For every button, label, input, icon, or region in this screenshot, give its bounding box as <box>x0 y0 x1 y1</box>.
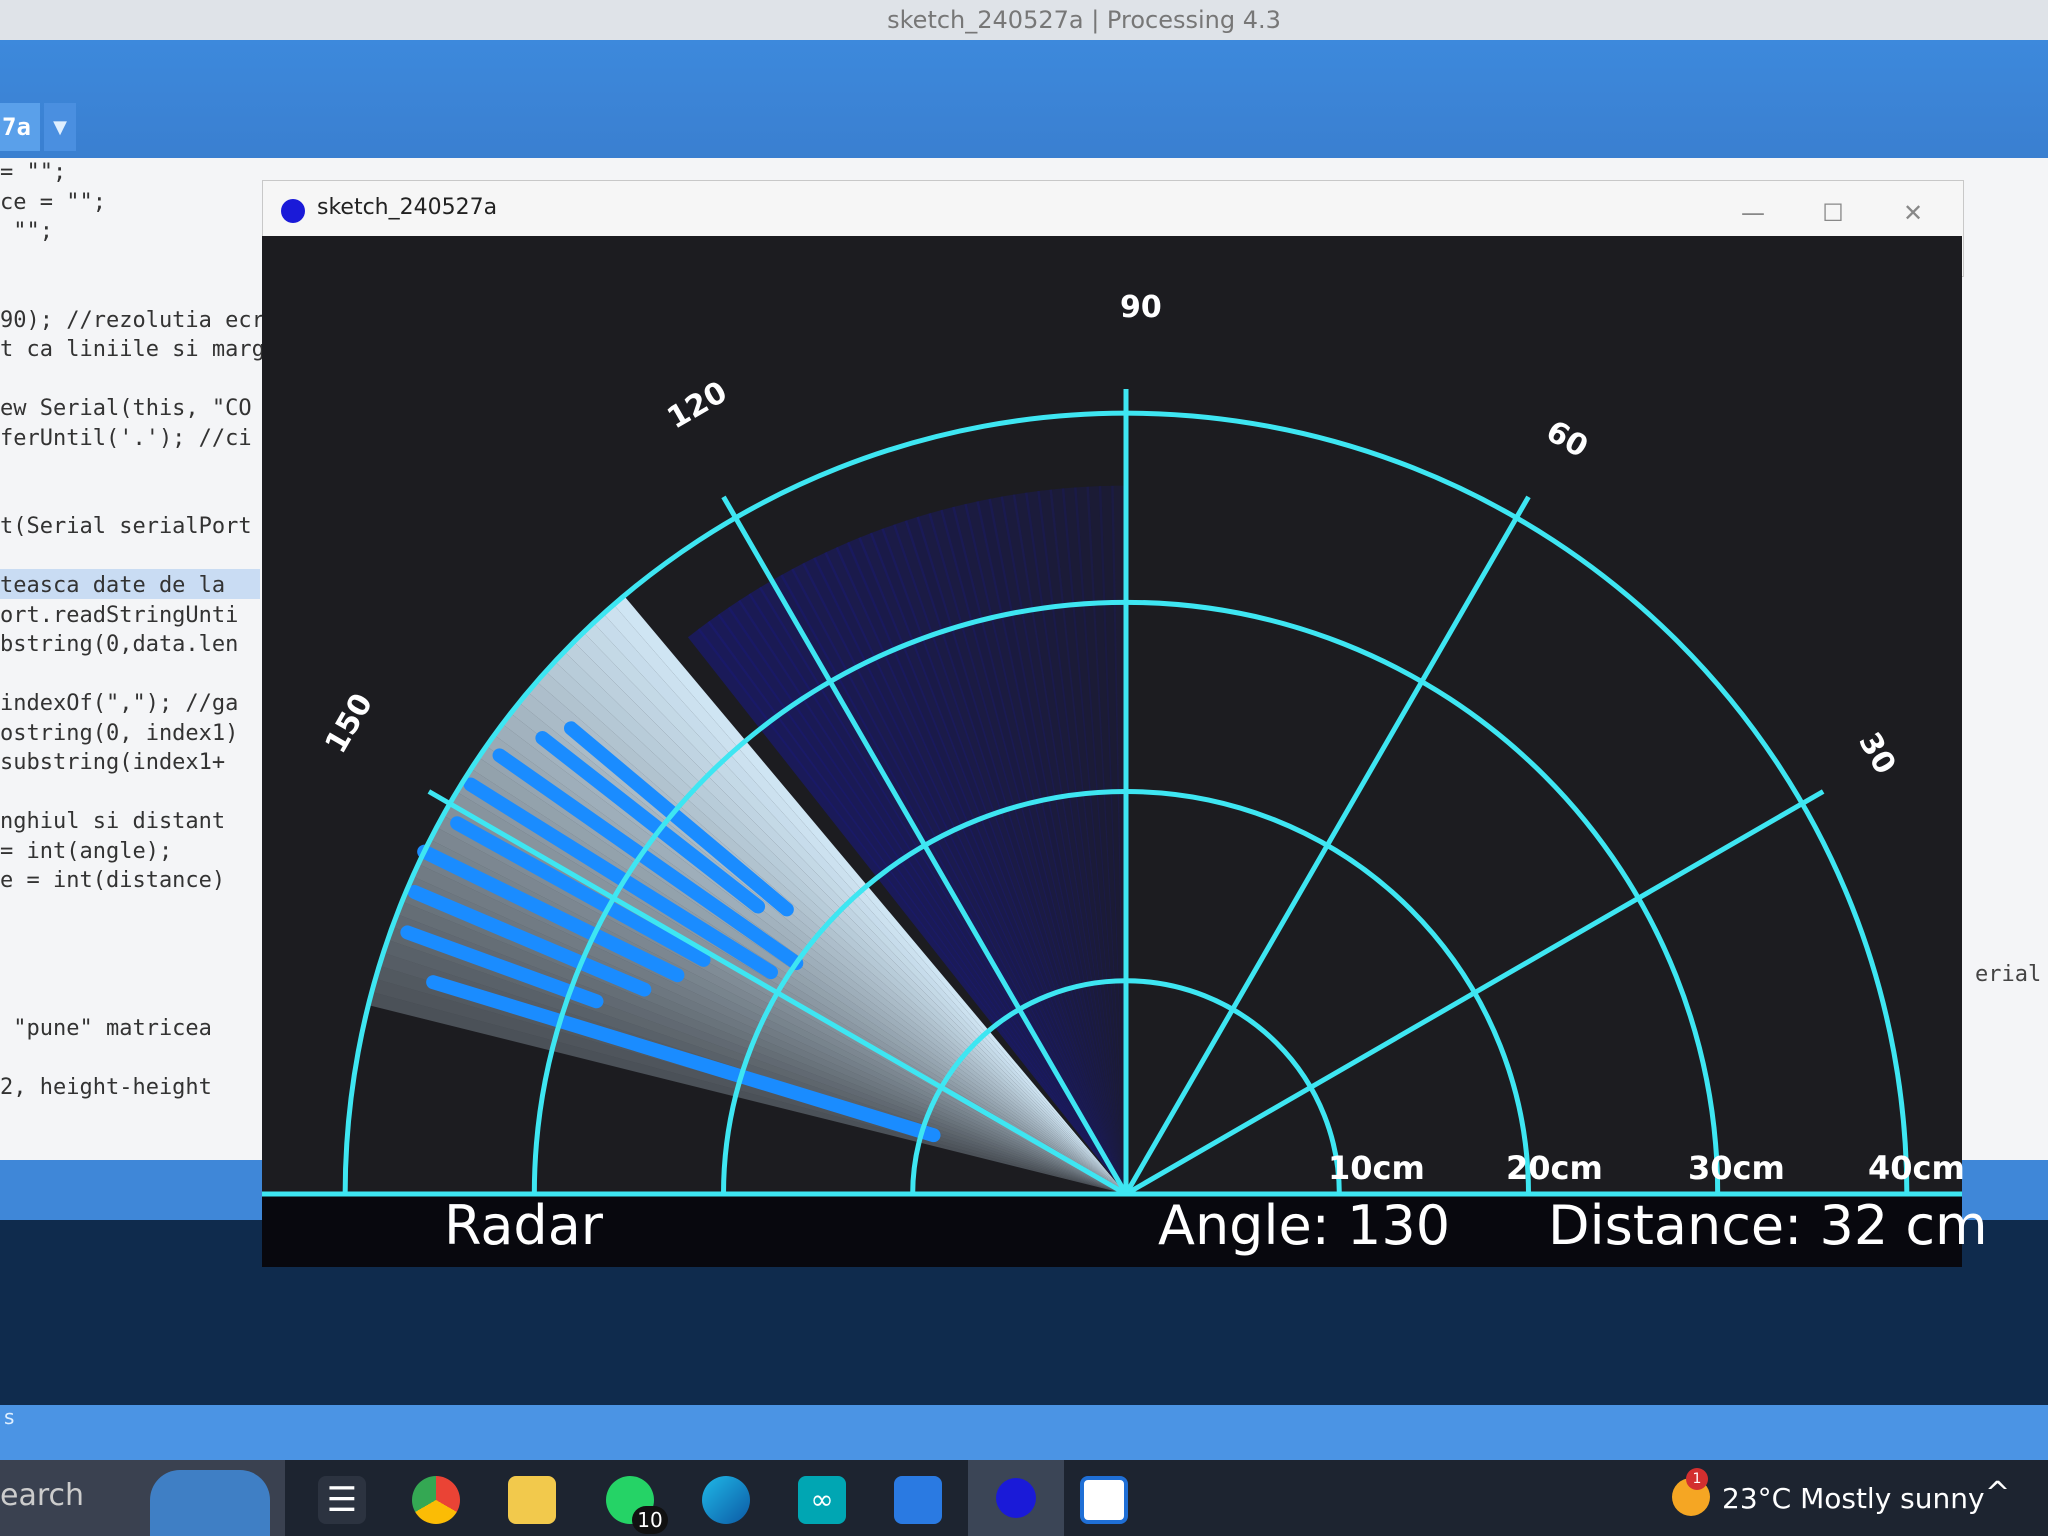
radar-canvas: 10cm 20cm 30cm 40cm 30 60 90 120 150 Rad… <box>262 236 1988 1267</box>
taskbar: earch ☰ 10 ∞ 1 23°C Mostly sunny ^ <box>0 1460 2048 1536</box>
notepad-icon[interactable] <box>1080 1476 1128 1524</box>
angle-label-90: 90 <box>1120 290 1162 325</box>
processing-taskbar-item[interactable] <box>968 1460 1064 1536</box>
arduino-icon[interactable]: ∞ <box>798 1476 846 1524</box>
chrome-icon[interactable] <box>412 1476 460 1524</box>
ide-title: sketch_240527a | Processing 4.3 <box>887 6 1281 34</box>
code-line: ce = ""; <box>0 189 106 215</box>
code-line: ew Serial(this, "CO <box>0 396 252 421</box>
ide-toolbar <box>0 40 2048 160</box>
search-box[interactable]: earch <box>0 1460 285 1536</box>
search-icon <box>150 1470 270 1536</box>
range-label-10: 10cm <box>1328 1149 1425 1187</box>
code-line: nghiul si distant <box>0 809 226 834</box>
whatsapp-badge: 10 <box>632 1506 668 1534</box>
code-line: teasca date de la <box>0 573 239 598</box>
code-line: 90); //rezolutia ecr <box>0 307 265 333</box>
file-explorer-icon[interactable] <box>508 1476 556 1524</box>
ide-titlebar: sketch_240527a | Processing 4.3 <box>0 0 2048 40</box>
code-line: t ca liniile si marg <box>0 337 265 362</box>
status-fragment: s <box>4 1405 15 1429</box>
code-line: = ""; <box>0 160 67 185</box>
weather-icon[interactable]: 1 <box>1672 1468 1710 1516</box>
code-line: 2, height-height <box>0 1074 212 1100</box>
code-line: ferUntil('.'); //ci <box>0 425 252 451</box>
angle-line-60 <box>1123 495 1531 1196</box>
code-line: "pune" matricea <box>0 1015 212 1041</box>
edge-icon[interactable] <box>702 1476 750 1524</box>
code-line: substring(index1+ <box>0 750 226 775</box>
angle-readout: Angle: 130 <box>1158 1194 1451 1257</box>
remote-desktop-icon[interactable] <box>894 1476 942 1524</box>
tray-chevron-icon[interactable]: ^ <box>1985 1476 2010 1511</box>
processing-icon <box>996 1478 1036 1518</box>
code-line: ""; <box>0 219 53 244</box>
close-icon[interactable]: ✕ <box>1883 191 1943 235</box>
angle-line-30 <box>1124 789 1825 1197</box>
chevron-down-icon[interactable]: ▼ <box>44 103 76 151</box>
code-line: indexOf(","); //ga <box>0 691 239 716</box>
ide-tab[interactable]: 7a <box>0 103 40 151</box>
code-line: ort.readStringUnti <box>0 602 239 628</box>
task-view-icon[interactable]: ☰ <box>318 1476 366 1524</box>
code-line: e = int(distance) <box>0 868 226 893</box>
search-text: earch <box>0 1478 85 1513</box>
code-line: ostring(0, index1) <box>0 720 239 746</box>
minimize-icon[interactable]: — <box>1723 191 1783 235</box>
code-line: = int(angle); <box>0 838 173 864</box>
weather-badge: 1 <box>1686 1468 1708 1490</box>
code-line: bstring(0,data.len <box>0 632 239 657</box>
code-line: t(Serial serialPort <box>0 514 252 539</box>
range-label-40: 40cm <box>1868 1149 1965 1187</box>
range-label-20: 20cm <box>1506 1149 1603 1187</box>
radar-title: Radar <box>444 1194 603 1257</box>
weather-text[interactable]: 23°C Mostly sunny <box>1722 1482 1985 1515</box>
distance-readout: Distance: 32 cm <box>1548 1194 1988 1257</box>
code-fragment-right: erial <box>1975 962 2042 987</box>
processing-icon <box>281 199 305 223</box>
ide-status-bar: s <box>0 1405 2048 1460</box>
range-label-30: 30cm <box>1688 1149 1785 1187</box>
radar-display <box>262 389 1962 1267</box>
sketch-title: sketch_240527a <box>317 195 498 220</box>
maximize-icon[interactable]: ☐ <box>1803 191 1863 235</box>
